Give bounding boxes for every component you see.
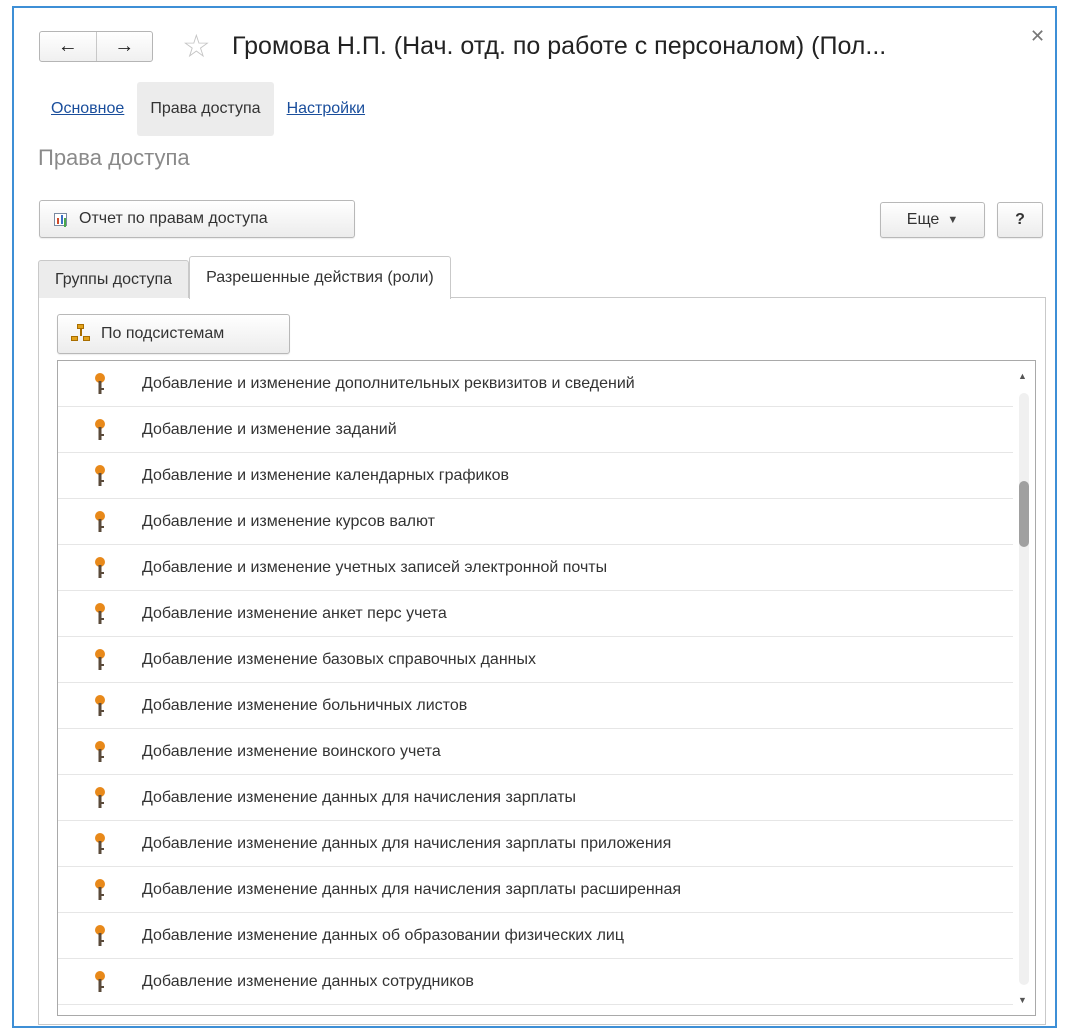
list-item[interactable]: Добавление изменение базовых справочных … [58,637,1013,683]
forward-button[interactable]: → [95,32,153,61]
scroll-up-icon[interactable]: ▲ [1018,371,1027,381]
more-label: Еще [906,211,940,228]
role-label: Добавление и изменение календарных графи… [142,466,510,484]
key-icon [91,464,109,487]
back-button[interactable]: ← [40,32,96,61]
roles-list[interactable]: Добавление и изменение дополнительных ре… [57,360,1036,1016]
list-item[interactable]: Добавление и изменение учетных записей э… [58,545,1013,591]
page-title: Права доступа [38,145,190,170]
list-item[interactable]: Добавление и изменение дополнительных ре… [58,361,1013,407]
list-item[interactable]: Добавление изменение данных сотрудников [58,959,1013,1005]
access-report-label: Отчет по правам доступа [79,210,268,227]
key-icon [91,648,109,671]
key-icon [91,878,109,901]
list-item[interactable]: Добавление и изменение заданий [58,407,1013,453]
key-icon [91,786,109,809]
tab-bar: Группы доступа Разрешенные действия (рол… [38,256,451,299]
title-bar: ← → ☆ Громова Н.П. (Нач. отд. по работе … [14,8,1055,74]
key-icon [91,510,109,533]
list-item[interactable]: Добавление и изменение календарных графи… [58,453,1013,499]
list-item[interactable]: Добавление изменение данных для начислен… [58,867,1013,913]
hierarchy-icon [71,324,91,344]
chevron-down-icon: ▼ [947,214,959,226]
role-label: Добавление изменение воинского учета [142,742,441,760]
key-icon [91,556,109,579]
section-access-rights[interactable]: Права доступа [137,82,274,136]
role-label: Добавление изменение базовых справочных … [142,650,536,668]
arrow-right-icon: → [114,35,135,57]
list-item[interactable]: Добавление изменение анкет перс учета [58,591,1013,637]
role-label: Добавление изменение данных сотрудников [142,972,474,990]
key-icon [91,372,109,395]
role-label: Добавление изменение данных для начислен… [142,834,672,852]
role-label: Добавление и изменение курсов валют [142,512,435,530]
key-icon [91,418,109,441]
star-icon[interactable]: ☆ [182,28,211,64]
arrow-left-icon: ← [57,35,78,57]
key-icon [91,602,109,625]
role-label: Добавление и изменение дополнительных ре… [142,374,635,392]
scrollbar-thumb[interactable] [1019,481,1029,547]
form-window: ← → ☆ Громова Н.П. (Нач. отд. по работе … [12,6,1057,1028]
role-label: Добавление изменение анкет перс учета [142,604,447,622]
role-label: Добавление и изменение заданий [142,420,397,438]
list-item[interactable]: Добавление изменение данных сотрудников … [58,1005,1013,1015]
tab-access-groups[interactable]: Группы доступа [38,260,190,298]
list-item[interactable]: Добавление изменение больничных листов [58,683,1013,729]
section-settings[interactable]: Настройки [274,82,378,136]
help-button[interactable]: ? [997,202,1043,238]
key-icon [91,694,109,717]
key-icon [91,970,109,993]
key-icon [91,924,109,947]
role-label: Добавление изменение больничных листов [142,696,468,714]
role-label: Добавление изменение данных для начислен… [142,880,682,898]
key-icon [91,832,109,855]
list-item[interactable]: Добавление изменение данных об образован… [58,913,1013,959]
list-item[interactable]: Добавление изменение данных для начислен… [58,821,1013,867]
close-icon[interactable]: ✕ [1030,26,1045,47]
by-subsystems-button[interactable]: По подсистемам [57,314,290,354]
navigation-buttons: ← → [39,31,153,62]
by-subsystems-label: По подсистемам [101,325,225,342]
more-button[interactable]: Еще ▼ [880,202,985,238]
scroll-down-icon[interactable]: ▼ [1018,995,1027,1005]
access-report-button[interactable]: Отчет по правам доступа [39,200,355,238]
scrollbar-track[interactable] [1019,393,1029,985]
list-item[interactable]: Добавление и изменение курсов валют [58,499,1013,545]
window-title: Громова Н.П. (Нач. отд. по работе с перс… [232,32,887,60]
key-icon [91,740,109,763]
section-main[interactable]: Основное [38,82,137,136]
report-icon [54,212,67,226]
tab-allowed-actions[interactable]: Разрешенные действия (роли) [189,256,451,299]
role-label: Добавление и изменение учетных записей э… [142,558,608,576]
list-item[interactable]: Добавление изменение данных для начислен… [58,775,1013,821]
vertical-scrollbar[interactable]: ▲ ▼ [1013,361,1035,1015]
role-label: Добавление изменение данных для начислен… [142,788,577,806]
roles-rows: Добавление и изменение дополнительных ре… [58,361,1035,1015]
section-nav: Основное Права доступа Настройки [38,82,378,136]
role-label: Добавление изменение данных об образован… [142,926,625,944]
list-item[interactable]: Добавление изменение воинского учета [58,729,1013,775]
